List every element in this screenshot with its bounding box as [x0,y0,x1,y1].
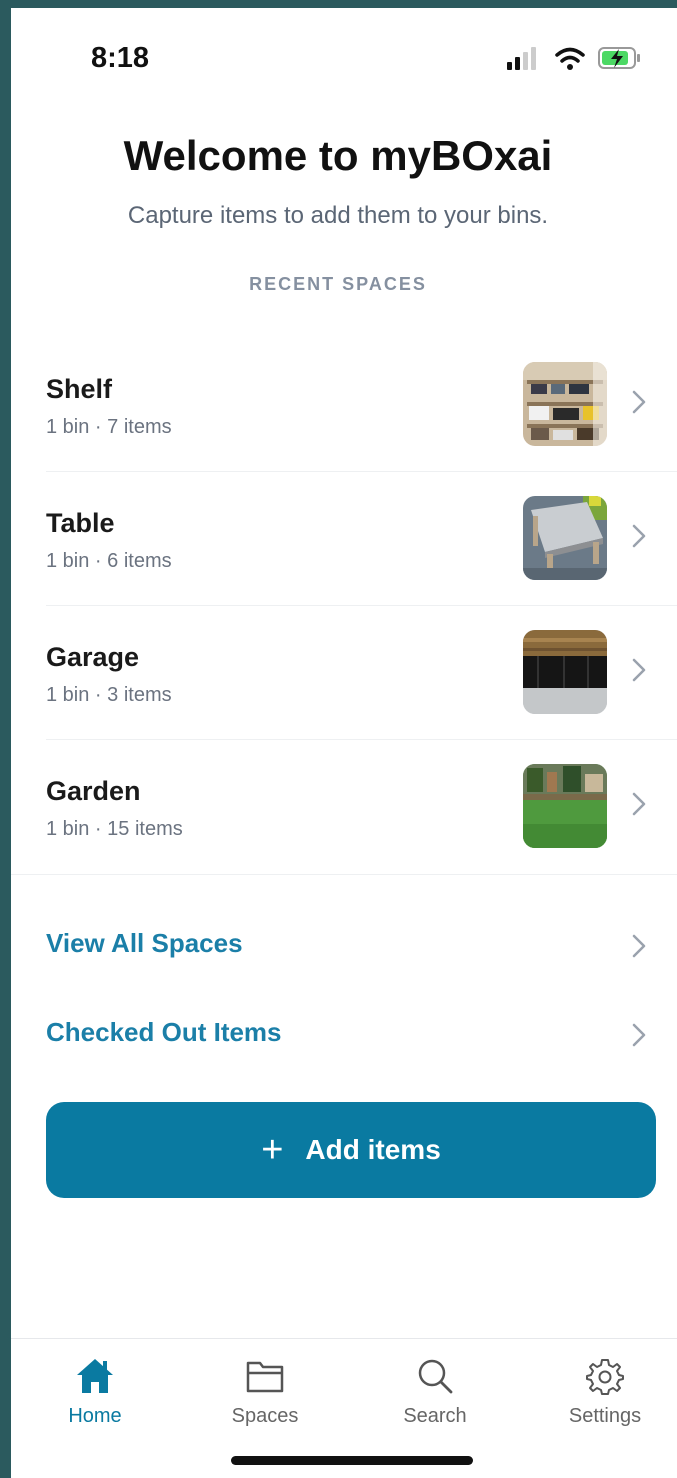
space-meta: 1 bin · 6 items [46,550,172,572]
space-thumbnail [523,362,607,446]
add-items-label: Add items [305,1134,441,1165]
space-meta: 1 bin · 7 items [46,416,172,438]
app-screen: 8:18 Welcome to myBOxai Capture items to… [11,8,677,1478]
page-subtitle: Capture items to add them to your bins. [127,202,549,229]
view-all-spaces-label: View All Spaces [46,928,243,958]
divider [11,874,677,875]
space-thumbnail [523,764,607,848]
gear-icon [586,1359,624,1395]
recent-spaces-label: RECENT SPACES [249,274,427,294]
wifi-icon [555,47,585,70]
tab-label: Search [403,1405,467,1427]
magnifier-icon [418,1359,453,1394]
status-time: 8:18 [91,42,150,74]
house-icon [77,1359,113,1393]
checked-out-items-label: Checked Out Items [46,1017,282,1047]
space-thumbnail [523,630,607,714]
view-all-spaces-link[interactable]: View All Spaces [46,916,677,976]
chevron-right-icon [632,390,646,414]
add-items-button[interactable]: + Add items [46,1102,656,1198]
plus-icon: + [261,1129,284,1171]
tab-spaces[interactable]: Spaces [205,1357,325,1428]
space-name: Garage [46,642,140,672]
checked-out-items-link[interactable]: Checked Out Items [46,1005,677,1065]
space-row-garden[interactable]: Garden 1 bin · 15 items [46,740,677,873]
tab-label: Settings [568,1405,642,1427]
space-row-shelf[interactable]: Shelf 1 bin · 7 items [46,338,677,472]
tab-search[interactable]: Search [375,1357,495,1428]
chevron-right-icon [632,934,646,958]
signal-icon [507,47,536,70]
status-icons [507,44,647,72]
tab-label: Spaces [231,1405,299,1427]
page-title: Welcome to myBOxai [123,132,553,179]
space-name: Shelf [46,374,113,404]
space-thumbnail [523,496,607,580]
chevron-right-icon [632,524,646,548]
folder-icon [246,1361,284,1393]
chevron-right-icon [632,658,646,682]
tab-settings[interactable]: Settings [545,1357,665,1428]
space-row-table[interactable]: Table 1 bin · 6 items [46,472,677,606]
tab-label: Home [68,1405,122,1427]
space-name: Garden [46,776,141,806]
space-meta: 1 bin · 3 items [46,684,172,706]
chevron-right-icon [632,1023,646,1047]
space-meta: 1 bin · 15 items [46,818,183,840]
space-name: Table [46,508,115,538]
chevron-right-icon [632,792,646,816]
space-row-garage[interactable]: Garage 1 bin · 3 items [46,606,677,740]
battery-icon [598,47,640,69]
tab-home[interactable]: Home [35,1357,155,1428]
home-indicator[interactable] [231,1456,473,1465]
